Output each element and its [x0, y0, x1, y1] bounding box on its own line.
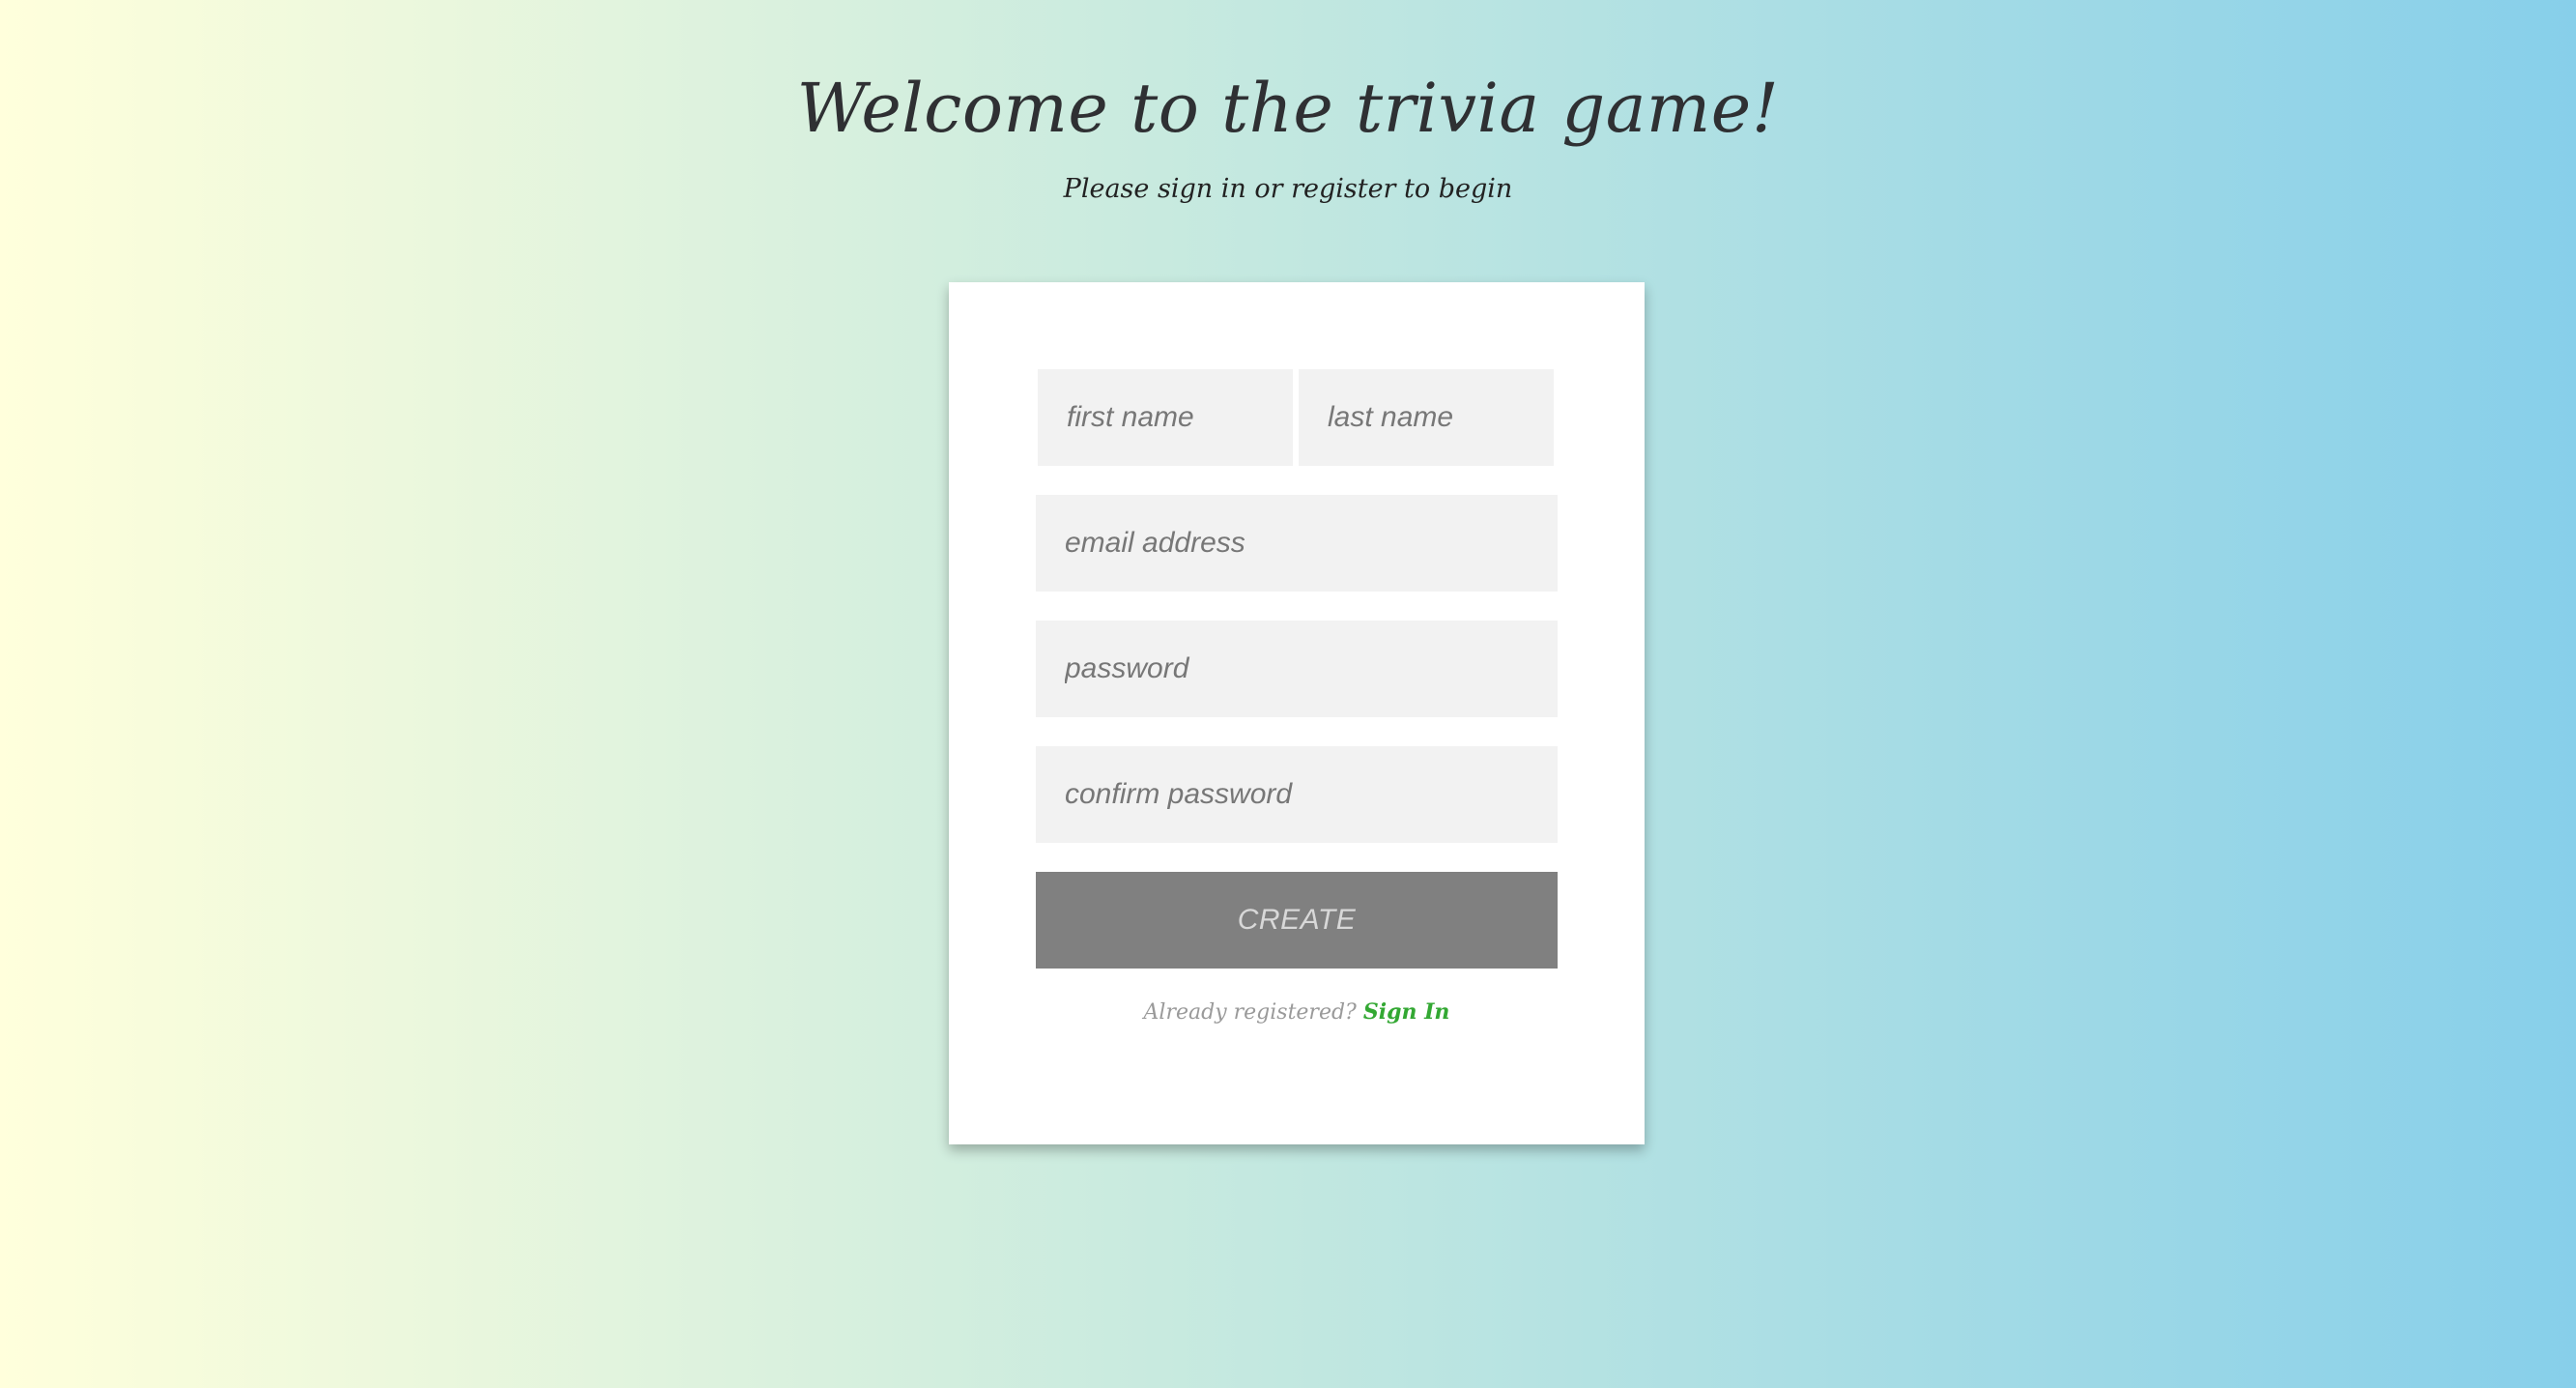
last-name-input[interactable] [1299, 369, 1554, 466]
password-input[interactable] [1036, 621, 1558, 717]
confirm-password-input[interactable] [1036, 746, 1558, 843]
signin-prompt: Already registered? [1143, 1000, 1357, 1025]
page-title: Welcome to the trivia game! [796, 69, 1780, 148]
email-input[interactable] [1036, 495, 1558, 592]
create-button[interactable]: CREATE [1036, 872, 1558, 969]
page-subtitle: Please sign in or register to begin [1063, 174, 1513, 204]
first-name-input[interactable] [1038, 369, 1293, 466]
signin-row: Already registered? Sign In [949, 996, 1645, 1029]
signin-link[interactable]: Sign In [1363, 999, 1450, 1025]
register-card: CREATE Already registered? Sign In [949, 282, 1645, 1144]
